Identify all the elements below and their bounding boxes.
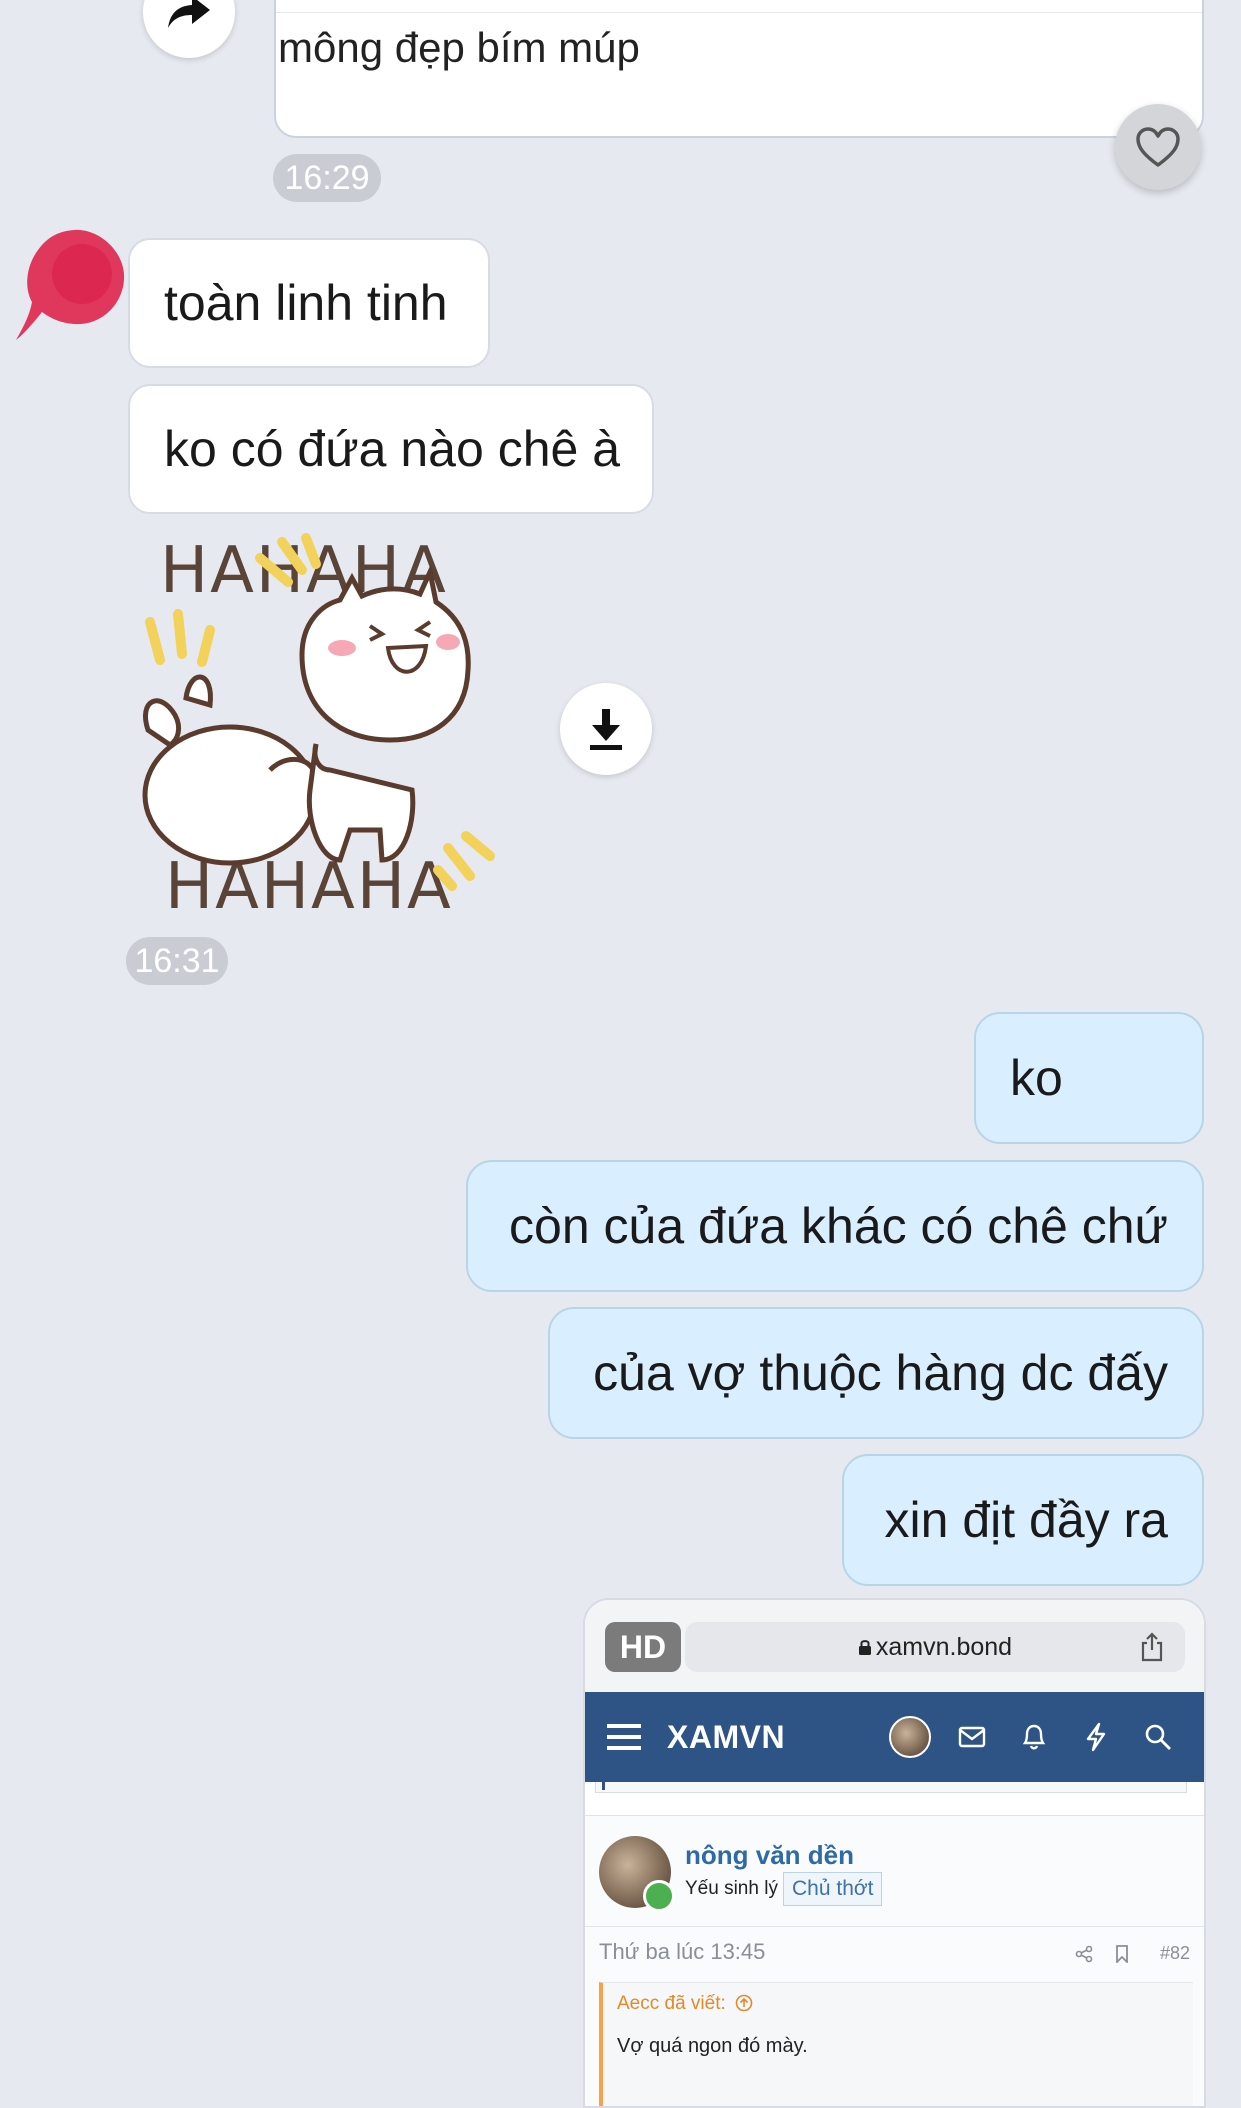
lock-icon xyxy=(858,1640,871,1655)
forward-button[interactable] xyxy=(143,0,235,58)
user-title: Yếu sinh lý xyxy=(685,1878,778,1899)
message-text: xin địt đầy ra xyxy=(884,1492,1168,1548)
share-icon xyxy=(1141,1632,1163,1662)
download-icon xyxy=(590,709,622,750)
message-text: ko có đứa nào chê à xyxy=(164,421,621,477)
like-button[interactable] xyxy=(1115,104,1201,190)
mail-icon xyxy=(949,1714,995,1760)
search-icon xyxy=(1135,1714,1181,1760)
lightning-icon xyxy=(1073,1714,1119,1760)
timestamp: 16:31 xyxy=(126,937,228,985)
url-text: xamvn.bond xyxy=(875,1632,1013,1661)
post-number: #82 xyxy=(1159,1943,1190,1963)
shared-screenshot[interactable]: HD xamvn.bond XAMVN nông văn dền Yếu sin… xyxy=(583,1598,1206,2108)
site-title: XAMVN xyxy=(667,1718,786,1755)
browser-address-bar: HD xamvn.bond xyxy=(585,1600,1204,1692)
timestamp: 16:29 xyxy=(273,154,381,202)
previous-message-text: mông đẹp bím múp xyxy=(278,24,640,71)
site-navbar: XAMVN xyxy=(585,1692,1204,1782)
previous-message-card[interactable]: mông đẹp bím múp xyxy=(274,0,1204,138)
forum-post: nông văn dền Yếu sinh lý Chủ thớt Thứ ba… xyxy=(585,1815,1204,2106)
laughing-cats-sticker-image: HAHAHA HAHAHA xyxy=(142,533,495,924)
message-text: của vợ thuộc hàng dc đấy xyxy=(593,1345,1168,1401)
post-meta: Thứ ba lúc 13:45 #82 xyxy=(585,1926,1204,1977)
message-text: còn của đứa khác có chê chứ xyxy=(509,1198,1168,1254)
incoming-message[interactable]: toàn linh tinh xyxy=(128,238,490,368)
outgoing-message[interactable]: còn của đứa khác có chê chứ xyxy=(466,1160,1204,1292)
online-status-icon xyxy=(643,1880,675,1912)
nav-shadow xyxy=(595,1782,1187,1793)
outgoing-message[interactable]: của vợ thuộc hàng dc đấy xyxy=(548,1307,1204,1439)
arrow-up-circle-icon xyxy=(735,1994,753,2012)
hd-badge: HD xyxy=(605,1622,681,1672)
bookmark-icon xyxy=(1116,1945,1128,1963)
post-username: nông văn dền xyxy=(685,1840,854,1870)
share-small-icon xyxy=(1075,1945,1093,1963)
message-text: ko xyxy=(1010,1050,1063,1106)
sender-avatar[interactable] xyxy=(14,222,134,342)
url-field: xamvn.bond xyxy=(685,1622,1185,1672)
post-date: Thứ ba lúc 13:45 xyxy=(599,1939,766,1964)
bell-icon xyxy=(1011,1714,1057,1760)
sticker[interactable]: HAHAHA HAHAHA xyxy=(130,530,520,924)
heart-icon xyxy=(1136,127,1180,167)
incoming-message[interactable]: ko có đứa nào chê à xyxy=(128,384,654,514)
outgoing-message[interactable]: ko xyxy=(974,1012,1204,1144)
avatar-blob xyxy=(16,229,125,340)
quote-body: Vợ quá ngon đó mày. xyxy=(617,2035,808,2057)
outgoing-message[interactable]: xin địt đầy ra xyxy=(842,1454,1204,1586)
menu-icon xyxy=(607,1724,641,1750)
quote-author: Aecc đã viết: xyxy=(617,1993,726,2014)
thread-owner-badge: Chủ thớt xyxy=(783,1872,883,1906)
download-button[interactable] xyxy=(560,683,652,775)
quote-header: Aecc đã viết: xyxy=(617,1993,753,2015)
quote-block: Aecc đã viết: Vợ quá ngon đó mày. xyxy=(599,1982,1193,2106)
message-text: toàn linh tinh xyxy=(164,275,448,331)
forward-arrow-icon xyxy=(168,0,210,28)
user-avatar-icon xyxy=(887,1714,933,1760)
